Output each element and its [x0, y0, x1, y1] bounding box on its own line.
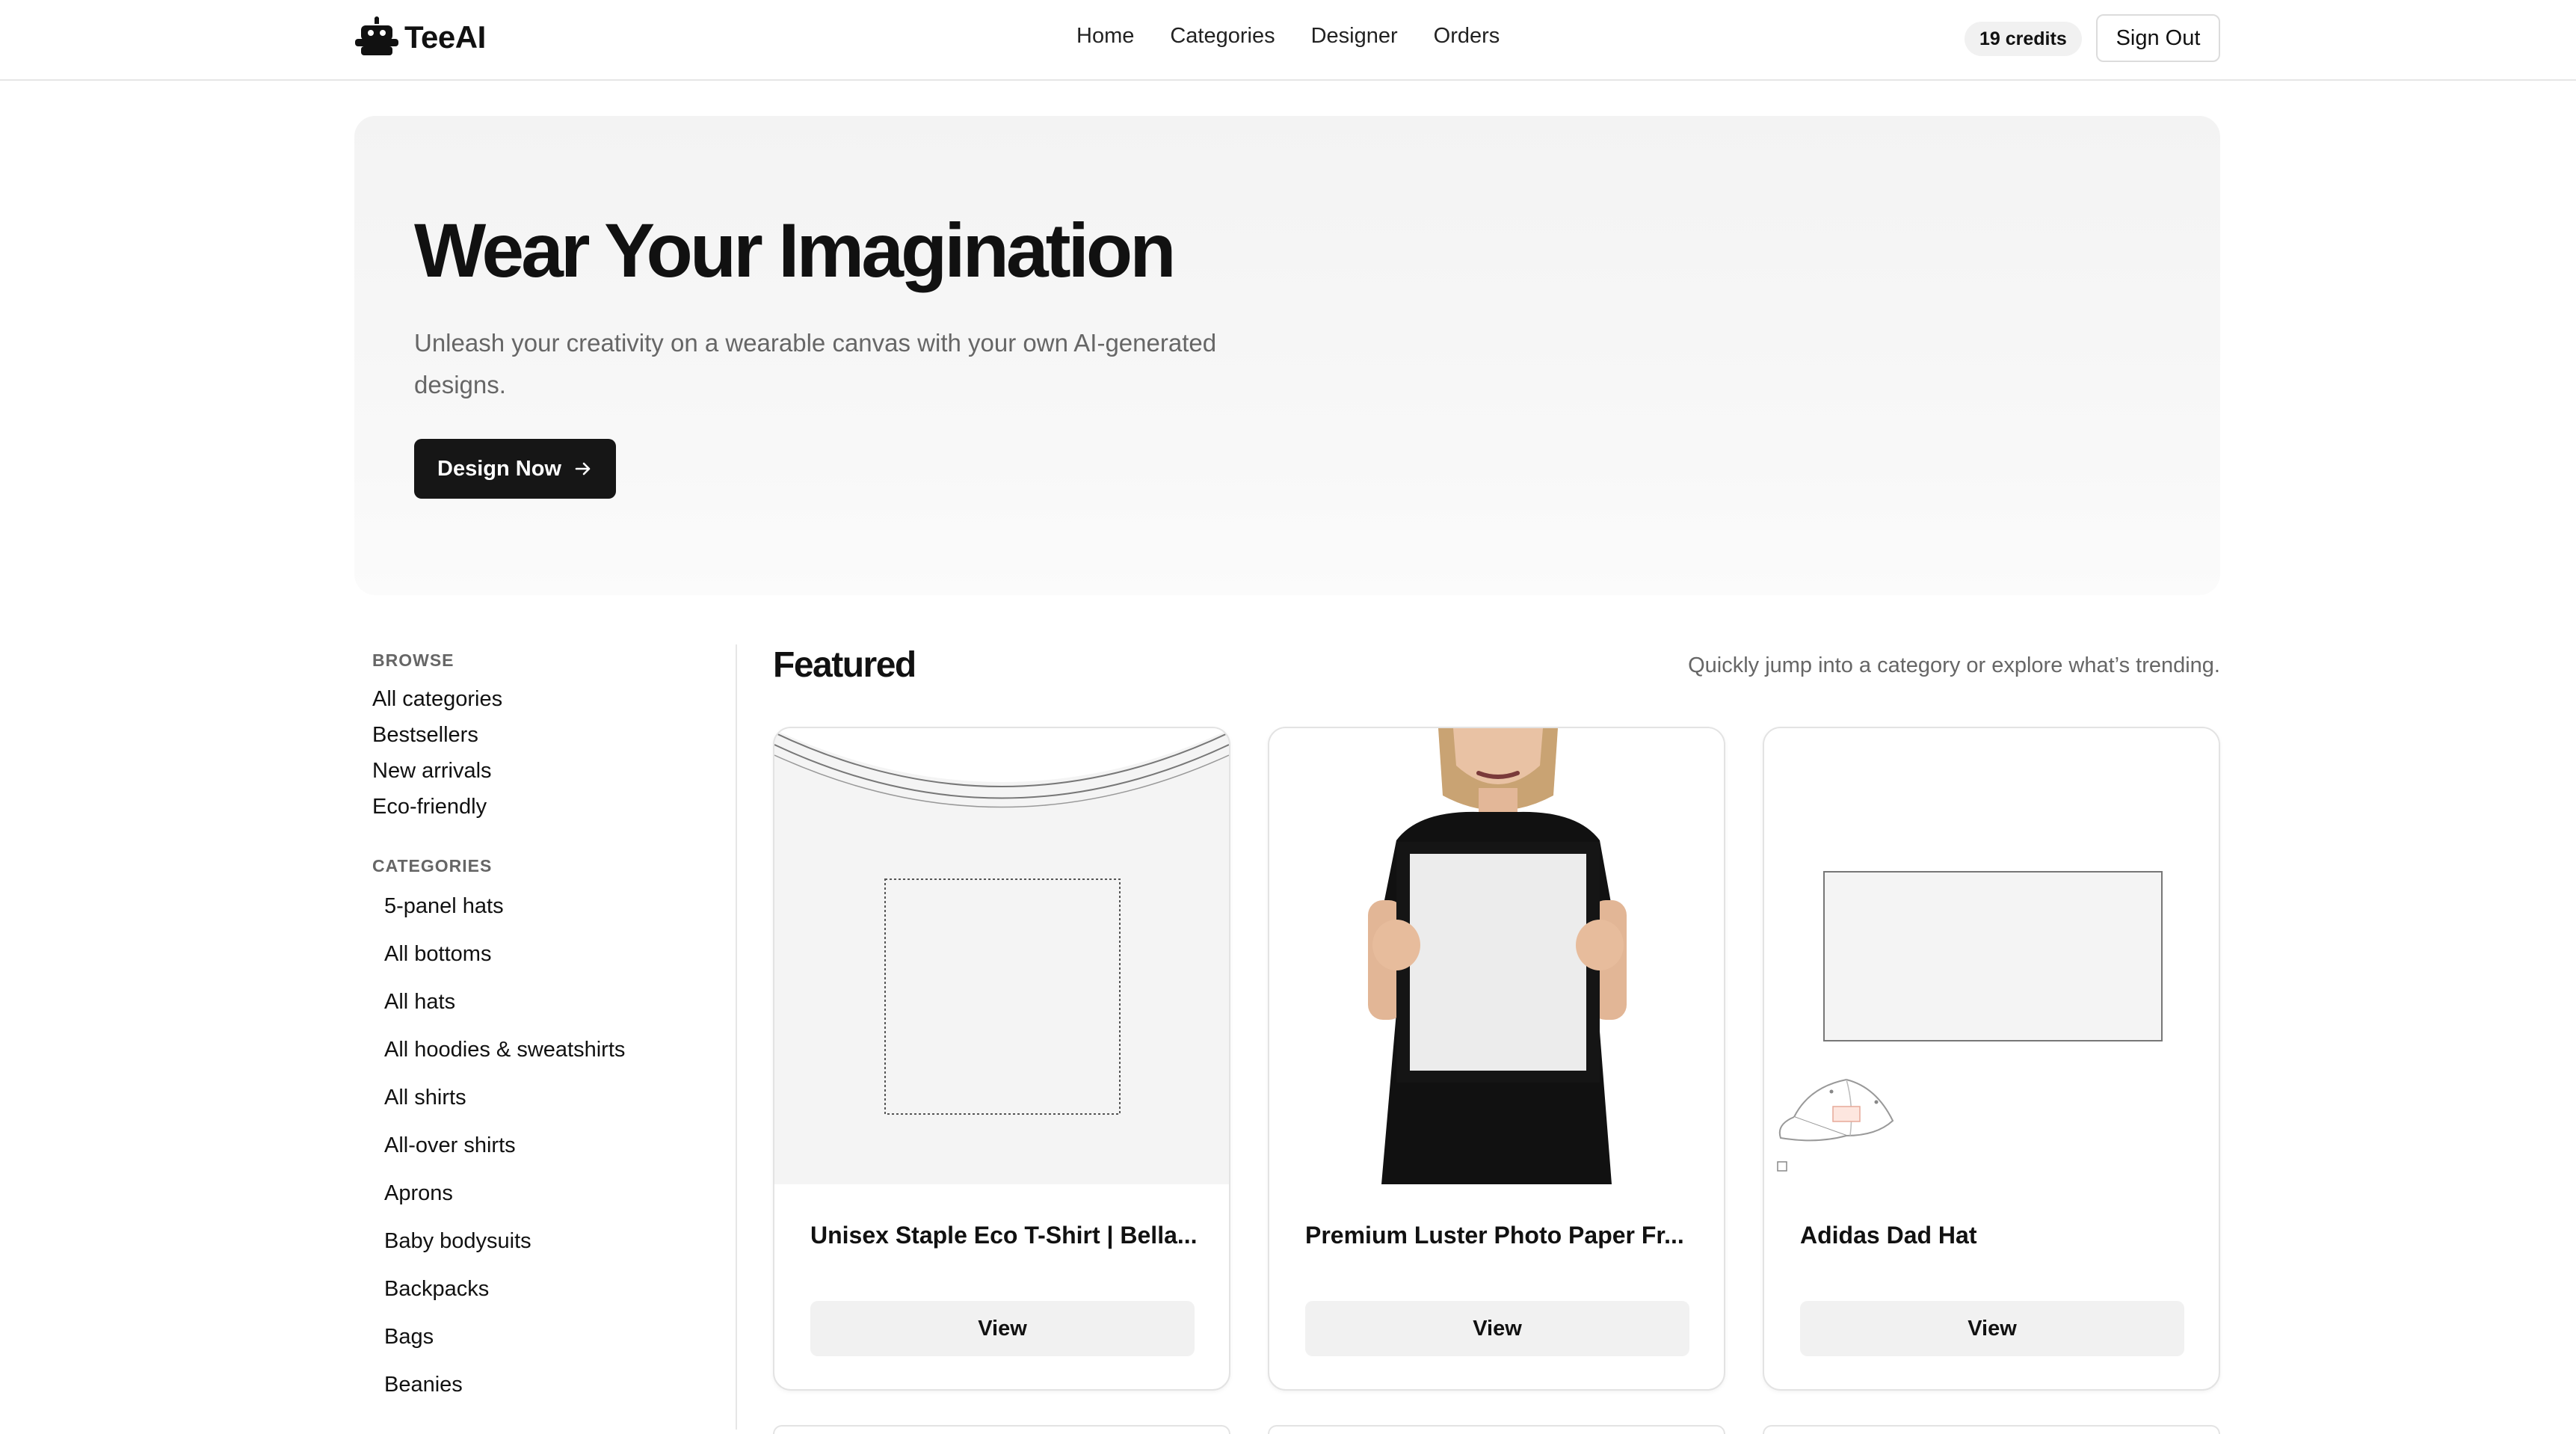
category-list: 5-panel hats All bottoms All hats All ho… — [384, 890, 731, 1416]
design-now-label: Design Now — [437, 456, 561, 481]
sign-out-button[interactable]: Sign Out — [2096, 14, 2220, 62]
hero-subtitle: Unleash your creativity on a wearable ca… — [414, 329, 1217, 398]
category-item[interactable]: Bags — [384, 1320, 731, 1368]
category-item[interactable]: All hats — [384, 985, 731, 1033]
brand-logo[interactable]: TeeAI — [354, 16, 486, 58]
product-name: Adidas Dad Hat — [1800, 1222, 1977, 1249]
top-navbar: TeeAI Home Categories Designer Orders 19… — [0, 0, 2576, 81]
framed-poster-mockup-icon — [1269, 728, 1724, 1184]
view-product-button[interactable]: View — [810, 1301, 1195, 1356]
sidebar: BROWSE All categories Bestsellers New ar… — [372, 650, 731, 1416]
category-item[interactable]: All-over shirts — [384, 1129, 731, 1177]
featured-title: Featured — [773, 645, 916, 685]
category-item[interactable]: All hoodies & sweatshirts — [384, 1033, 731, 1081]
product-name: Premium Luster Photo Paper Fr... — [1305, 1222, 1684, 1249]
nav-categories[interactable]: Categories — [1170, 24, 1275, 49]
main-nav: Home Categories Designer Orders — [1076, 24, 1500, 49]
product-card-peek — [1268, 1425, 1725, 1434]
browse-heading: BROWSE — [372, 650, 455, 670]
hat-mockup-icon — [1764, 728, 2219, 1184]
featured-subtitle: Quickly jump into a category or explore … — [1688, 653, 2220, 677]
design-now-button[interactable]: Design Now — [414, 439, 616, 499]
category-item[interactable]: 5-panel hats — [384, 890, 731, 938]
nav-orders[interactable]: Orders — [1434, 24, 1500, 49]
hero-title: Wear Your Imagination — [414, 208, 1177, 293]
nav-designer[interactable]: Designer — [1311, 24, 1398, 49]
category-item[interactable]: Aprons — [384, 1177, 731, 1225]
category-item[interactable]: All shirts — [384, 1081, 731, 1129]
product-card[interactable]: Premium Luster Photo Paper Fr... View — [1268, 727, 1725, 1391]
browse-item-eco-friendly[interactable]: Eco-friendly — [372, 789, 731, 825]
category-item[interactable]: All bottoms — [384, 938, 731, 985]
nav-home[interactable]: Home — [1076, 24, 1134, 49]
browse-item-all-categories[interactable]: All categories — [372, 681, 731, 717]
product-card[interactable]: Unisex Staple Eco T-Shirt | Bella... Vie… — [773, 727, 1230, 1391]
hero-banner: Wear Your Imagination Unleash your creat… — [354, 116, 2220, 595]
browse-item-bestsellers[interactable]: Bestsellers — [372, 717, 731, 753]
categories-heading: CATEGORIES — [372, 856, 493, 876]
robot-logo-icon — [355, 16, 398, 55]
credits-badge: 19 credits — [1965, 22, 2082, 56]
product-name: Unisex Staple Eco T-Shirt | Bella... — [810, 1222, 1198, 1249]
view-product-button[interactable]: View — [1800, 1301, 2184, 1356]
category-item[interactable]: Beanies — [384, 1368, 731, 1416]
browse-list: All categories Bestsellers New arrivals … — [372, 681, 731, 825]
view-product-button[interactable]: View — [1305, 1301, 1689, 1356]
browse-item-new-arrivals[interactable]: New arrivals — [372, 753, 731, 789]
category-item[interactable]: Baby bodysuits — [384, 1225, 731, 1273]
sidebar-divider — [736, 644, 737, 1430]
brand-name: TeeAI — [404, 19, 486, 55]
product-card-peek — [773, 1425, 1230, 1434]
arrow-right-icon — [575, 462, 591, 476]
product-card-peek — [1763, 1425, 2220, 1434]
category-item[interactable]: Backpacks — [384, 1273, 731, 1320]
tshirt-mockup-icon — [774, 728, 1229, 1184]
product-card[interactable]: Adidas Dad Hat View — [1763, 727, 2220, 1391]
